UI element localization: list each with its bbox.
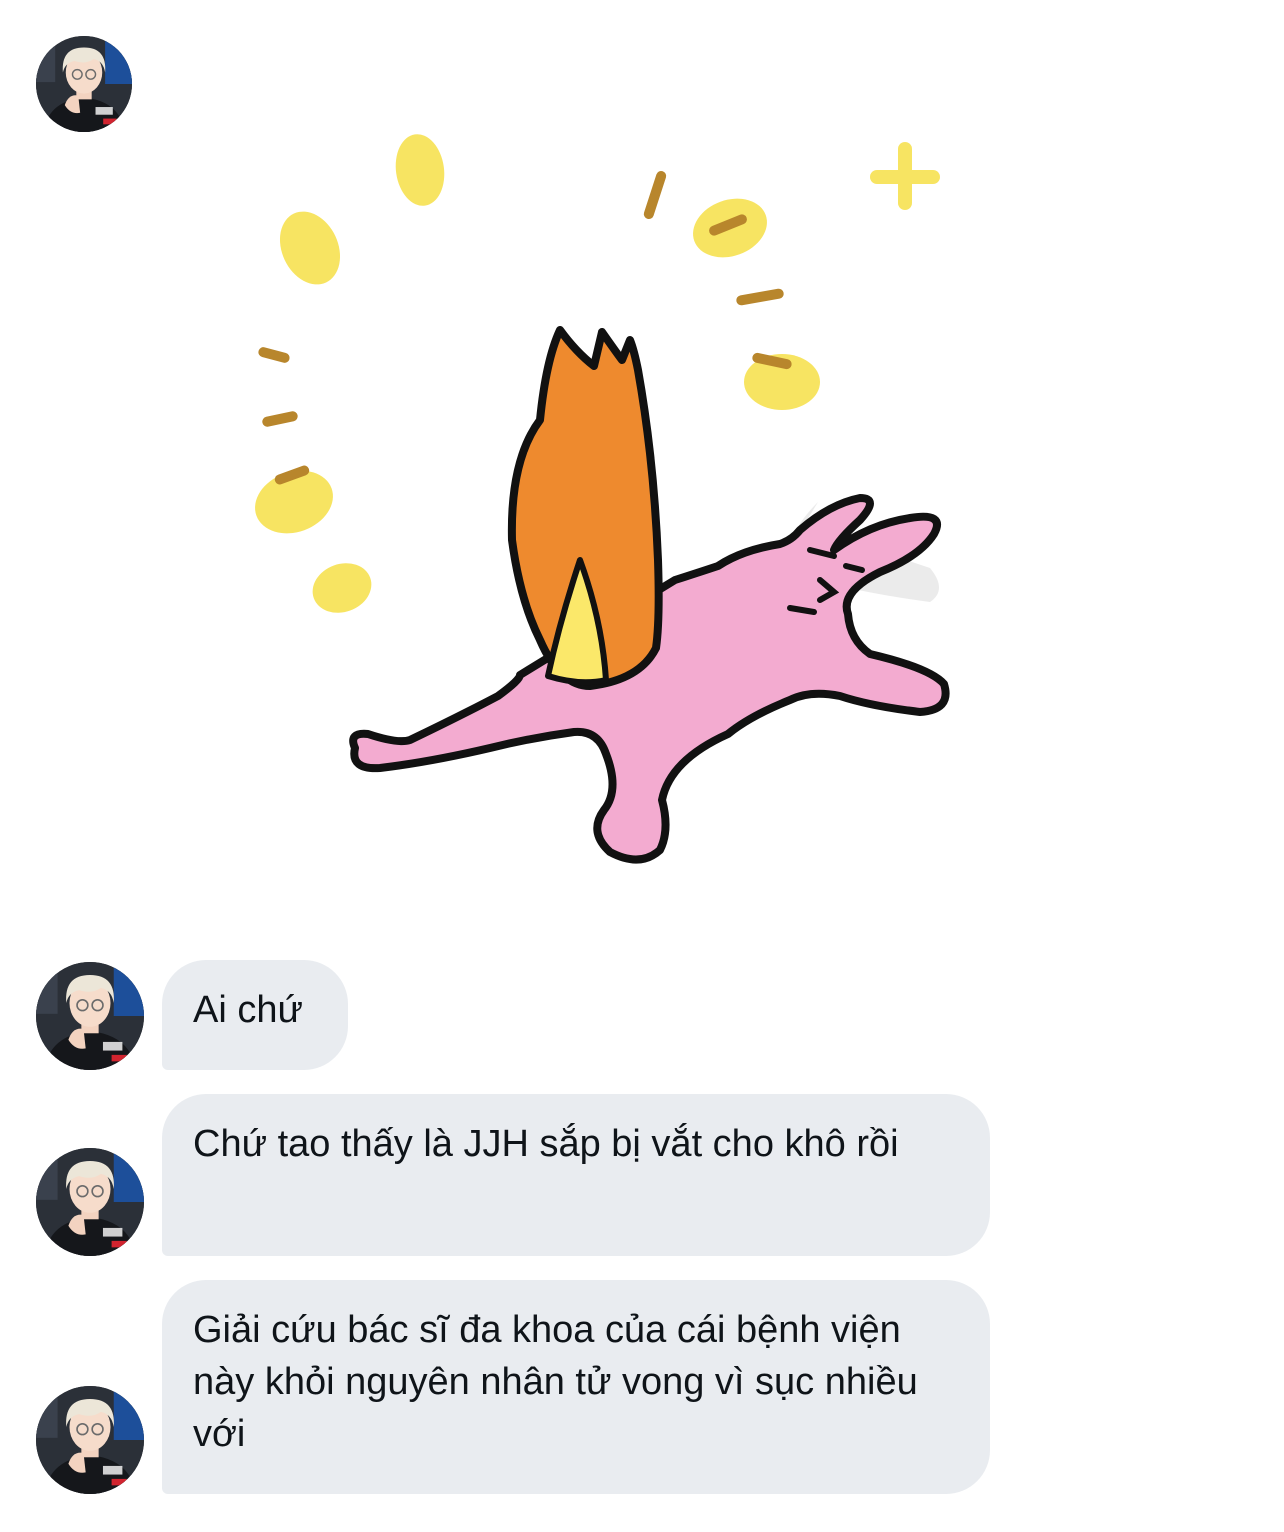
message-bubble[interactable]: Chứ tao thấy là JJH sắp bị vắt cho khô r… [162, 1094, 990, 1256]
pink-rabbit-flame-sticker [255, 134, 950, 864]
sender-avatar[interactable] [36, 962, 144, 1070]
message-text: Chứ tao thấy là JJH sắp bị vắt cho khô r… [193, 1123, 899, 1165]
user-avatar-icon [36, 1386, 144, 1494]
sender-avatar[interactable] [36, 1386, 144, 1494]
user-avatar-icon [36, 962, 144, 1070]
message-bubble[interactable]: Ai chứ [162, 960, 348, 1070]
sender-avatar[interactable] [36, 36, 132, 132]
user-avatar-icon [36, 36, 132, 132]
sender-avatar[interactable] [36, 1148, 144, 1256]
message-bubble[interactable]: Giải cứu bác sĩ đa khoa của cái bệnh việ… [162, 1280, 990, 1494]
message-text: Ai chứ [193, 989, 303, 1031]
sticker-message[interactable] [230, 120, 990, 890]
user-avatar-icon [36, 1148, 144, 1256]
message-text: Giải cứu bác sĩ đa khoa của cái bệnh việ… [193, 1309, 918, 1455]
